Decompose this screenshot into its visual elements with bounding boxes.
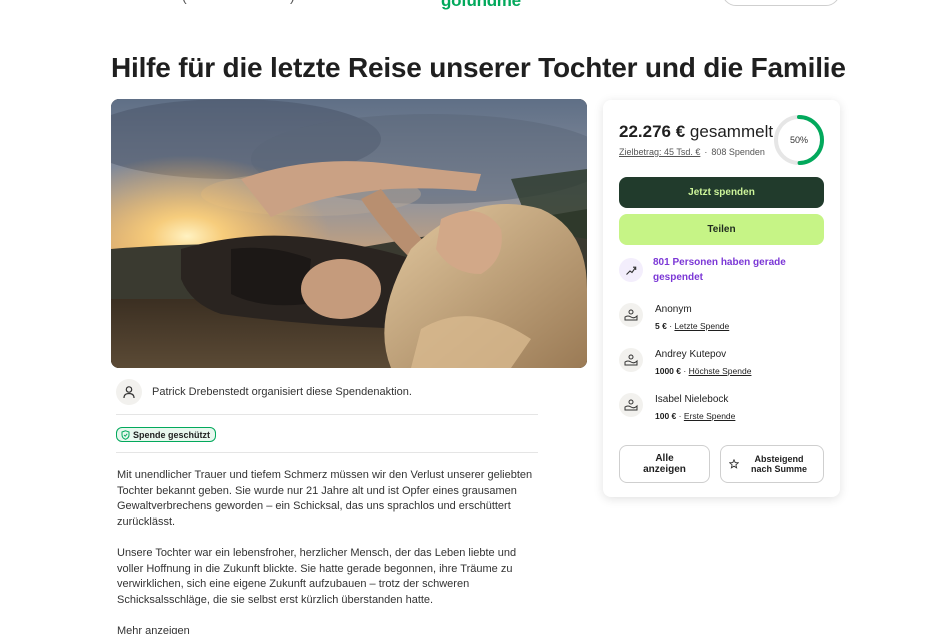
raised-label: gesammelt	[689, 122, 774, 141]
donation-card: 22.276 € gesammelt Zielbetrag: 45 Tsd. €…	[603, 100, 840, 497]
gofundme-logo[interactable]: gofundme	[441, 0, 521, 11]
campaign-title: Hilfe für die letzte Reise unserer Tocht…	[111, 52, 846, 83]
campaign-story: Mit unendlicher Trauer und tiefem Schmer…	[117, 468, 542, 624]
donor-item: Andrey Kutepov 1000 € · Höchste Spende	[619, 348, 824, 378]
donation-hand-icon	[619, 348, 643, 372]
raised-amount: 22.276 € gesammelt	[619, 122, 773, 142]
user-icon	[116, 379, 142, 405]
donor-amount: 5 €	[655, 321, 667, 331]
donor-meta: 100 € · Erste Spende	[655, 409, 735, 423]
trending-up-icon	[619, 258, 643, 282]
goal-amount[interactable]: Zielbetrag: 45 Tsd. €	[619, 147, 700, 157]
donate-now-button[interactable]: Jetzt spenden	[619, 177, 824, 208]
donation-hand-icon	[619, 393, 643, 417]
organizer-row[interactable]: Patrick Drebenstedt organisiert diese Sp…	[116, 377, 539, 407]
separator: ·	[683, 366, 687, 376]
sort-label: Absteigend nach Summe	[750, 454, 808, 474]
story-paragraph: Mit unendlicher Trauer und tiefem Schmer…	[117, 469, 533, 528]
story-paragraph: Unsere Tochter war ein lebensfroher, her…	[117, 546, 517, 606]
donor-name: Isabel Nielebock	[655, 394, 729, 405]
divider	[116, 452, 538, 453]
badge-label: Spende geschützt	[133, 429, 211, 440]
donor-meta: 1000 € · Höchste Spende	[655, 364, 751, 378]
site-header: ( ) gofundme	[0, 0, 951, 14]
separator: ·	[704, 147, 708, 157]
nav-fragment-right[interactable]: )	[290, 0, 295, 4]
see-all-label: Alle anzeigen	[643, 453, 686, 475]
separator: ·	[669, 321, 673, 331]
goal-line: Zielbetrag: 45 Tsd. € · 808 Spenden	[619, 147, 765, 157]
progress-percent: 50%	[789, 135, 808, 145]
trending-text: 801 Personen haben gerade gespendet	[653, 257, 786, 283]
separator: ·	[678, 411, 682, 421]
show-more-link[interactable]: Mehr anzeigen	[117, 625, 190, 634]
shield-icon	[121, 429, 130, 440]
star-icon	[729, 459, 739, 469]
nav-fragment-left[interactable]: (	[182, 0, 187, 4]
share-button[interactable]: Teilen	[619, 214, 824, 245]
donation-count: 808 Spenden	[711, 147, 765, 157]
donation-protected-badge[interactable]: Spende geschützt	[116, 427, 217, 442]
donor-name: Anonym	[655, 304, 692, 315]
donor-amount: 100 €	[655, 411, 677, 421]
campaign-hero-image	[111, 99, 587, 368]
donor-meta: 5 € · Letzte Spende	[655, 319, 729, 333]
raised-value: 22.276 €	[619, 122, 686, 141]
donor-tag-link[interactable]: Erste Spende	[684, 411, 736, 421]
hero-photo	[111, 99, 587, 368]
donor-item: Anonym 5 € · Letzte Spende	[619, 303, 824, 333]
donor-name: Andrey Kutepov	[655, 349, 727, 360]
divider	[116, 414, 538, 415]
donor-amount: 1000 €	[655, 366, 681, 376]
header-pill-button[interactable]	[722, 0, 840, 6]
donor-tag-link[interactable]: Höchste Spende	[689, 366, 752, 376]
donor-item: Isabel Nielebock 100 € · Erste Spende	[619, 393, 824, 423]
donor-tag-link[interactable]: Letzte Spende	[674, 321, 729, 331]
see-all-button[interactable]: Alle anzeigen	[619, 445, 710, 483]
organizer-text: Patrick Drebenstedt organisiert diese Sp…	[152, 386, 412, 398]
donation-hand-icon	[619, 303, 643, 327]
sort-by-amount-button[interactable]: Absteigend nach Summe	[720, 445, 824, 483]
trending-notice: 801 Personen haben gerade gespendet	[619, 255, 824, 285]
